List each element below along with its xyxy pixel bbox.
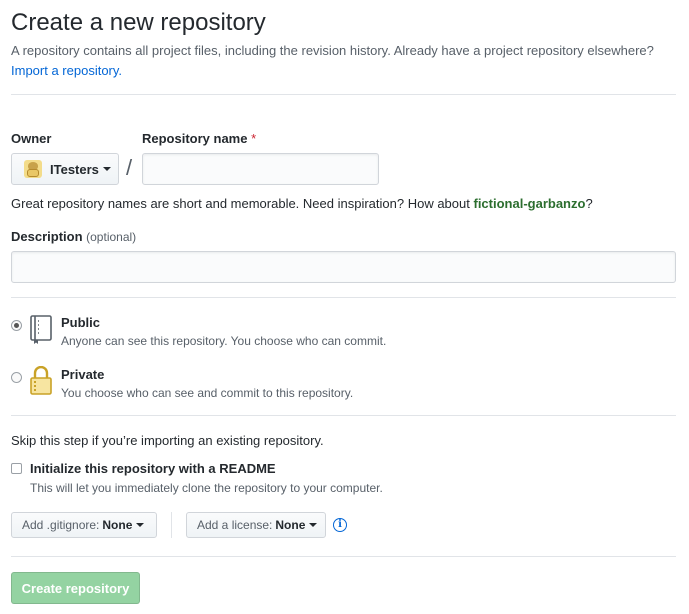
readme-checkbox[interactable] <box>11 463 22 474</box>
gitignore-select-button[interactable]: Add .gitignore: None <box>11 512 157 538</box>
required-mark: * <box>251 131 257 146</box>
private-option-title: Private <box>61 367 105 382</box>
owner-selected-value: ITesters <box>50 161 99 177</box>
repository-name-hint: Great repository names are short and mem… <box>11 194 593 214</box>
license-select-button[interactable]: Add a license: None <box>186 512 326 538</box>
readme-label[interactable]: Initialize this repository with a README <box>30 461 276 476</box>
name-suggestion-link[interactable]: fictional-garbanzo <box>473 196 585 211</box>
description-optional-text: (optional) <box>86 230 137 244</box>
license-label: Add a license: <box>197 518 273 532</box>
header-divider <box>11 94 676 95</box>
owner-repo-separator: / <box>126 155 133 180</box>
public-option-title: Public <box>61 315 101 330</box>
intro-text: A repository contains all project files,… <box>11 41 681 81</box>
skip-step-text: Skip this step if you’re importing an ex… <box>11 433 324 448</box>
chevron-down-icon <box>309 523 318 527</box>
private-radio[interactable] <box>11 372 22 383</box>
owner-label: Owner <box>11 131 52 146</box>
import-repository-link[interactable]: Import a repository. <box>11 63 122 78</box>
public-radio[interactable] <box>11 320 22 331</box>
create-repository-button[interactable]: Create repository <box>11 572 140 604</box>
chevron-down-icon <box>102 167 111 171</box>
readme-description: This will let you immediately clone the … <box>30 481 383 495</box>
license-value: None <box>275 518 306 532</box>
chevron-down-icon <box>136 523 145 527</box>
repository-name-label-text: Repository name <box>142 131 248 146</box>
select-separator <box>171 512 172 538</box>
intro-description: A repository contains all project files,… <box>11 43 654 58</box>
repository-name-label: Repository name * <box>142 131 256 146</box>
description-input[interactable] <box>11 251 676 283</box>
owner-select-button[interactable]: ITesters <box>11 153 119 185</box>
info-icon[interactable]: i <box>333 518 347 532</box>
description-label-text: Description <box>11 229 83 244</box>
lock-icon <box>30 366 52 395</box>
gitignore-label: Add .gitignore: <box>22 518 100 532</box>
repository-name-input[interactable] <box>142 153 379 185</box>
public-option-description: Anyone can see this repository. You choo… <box>61 334 387 348</box>
private-option-description: You choose who can see and commit to thi… <box>61 386 354 400</box>
description-divider <box>11 297 676 298</box>
gitignore-value: None <box>102 518 133 532</box>
description-label: Description (optional) <box>11 229 136 244</box>
create-repository-page: Create a new repository A repository con… <box>0 0 689 614</box>
hint-text: Great repository names are short and mem… <box>11 196 470 211</box>
owner-avatar-icon <box>24 160 42 178</box>
book-icon <box>30 315 52 344</box>
footer-divider <box>11 556 676 557</box>
hint-suffix: ? <box>585 196 593 211</box>
visibility-divider <box>11 415 676 416</box>
page-title: Create a new repository <box>11 9 266 36</box>
